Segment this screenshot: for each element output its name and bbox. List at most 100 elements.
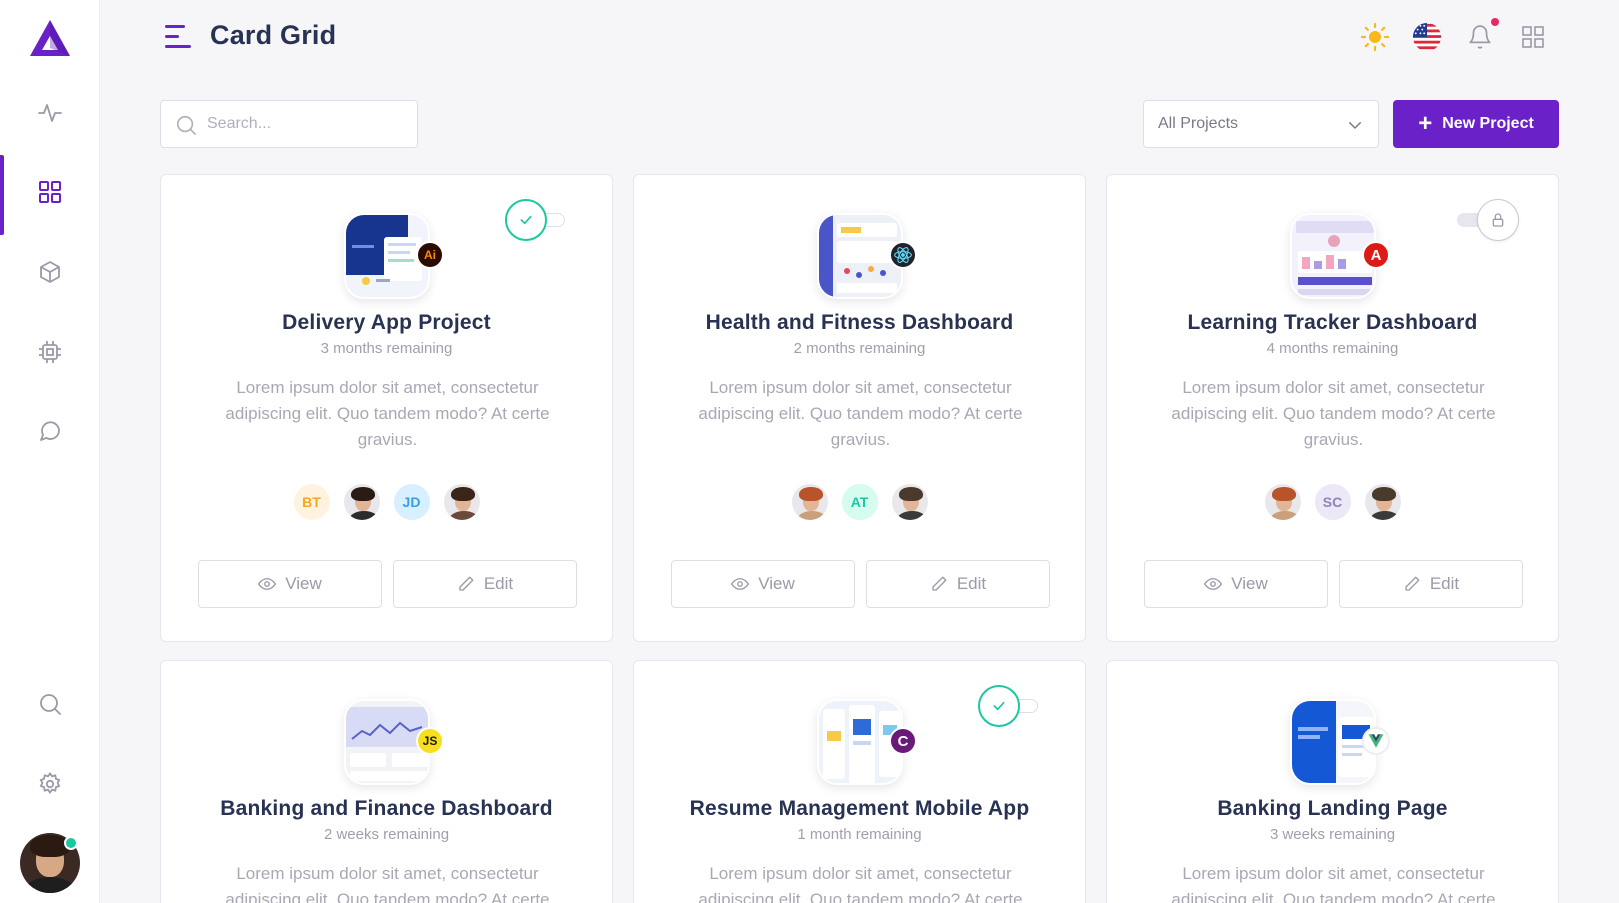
card-description: Lorem ipsum dolor sit amet, consectetur … xyxy=(225,378,550,449)
project-card: Health and Fitness Dashboard 2 months re… xyxy=(633,174,1086,642)
edit-label: Edit xyxy=(483,574,514,593)
card-title: Health and Fitness Dashboard xyxy=(705,311,1014,334)
new-project-button[interactable]: + New Project xyxy=(1393,100,1559,148)
search-icon[interactable] xyxy=(36,690,64,718)
notification-dot xyxy=(1491,18,1499,26)
angular-badge-icon: A xyxy=(1362,241,1390,269)
message-icon[interactable] xyxy=(36,417,64,445)
avatar[interactable] xyxy=(441,482,482,522)
team-avatars: SC xyxy=(1107,482,1558,522)
search-field[interactable] xyxy=(160,100,418,148)
card-title: Resume Management Mobile App xyxy=(689,797,1030,820)
sun-icon[interactable] xyxy=(1360,22,1390,52)
project-thumbnail: C xyxy=(817,699,917,787)
project-thumbnail: Ai xyxy=(344,213,444,301)
project-thumbnail xyxy=(817,213,917,301)
project-card: A Learning Tracker Dashboard 4 months re… xyxy=(1106,174,1559,642)
search-icon xyxy=(176,115,196,135)
card-description: Lorem ipsum dolor sit amet, consectetur … xyxy=(1171,864,1496,903)
page-title: Card Grid xyxy=(210,20,337,50)
edit-label: Edit xyxy=(956,574,987,593)
menu-toggle-icon[interactable] xyxy=(165,25,191,49)
us-flag-icon[interactable] xyxy=(1412,22,1442,52)
project-thumbnail: JS xyxy=(344,699,444,787)
bell-icon[interactable] xyxy=(1465,22,1495,52)
chevron-down-icon xyxy=(1349,122,1361,129)
apps-grid-icon[interactable] xyxy=(1518,22,1548,52)
card-title: Banking Landing Page xyxy=(1217,797,1448,820)
lock-icon xyxy=(1477,199,1519,241)
online-status-dot xyxy=(64,836,78,850)
eye-icon xyxy=(731,578,750,590)
card-description: Lorem ipsum dolor sit amet, consectetur … xyxy=(698,378,1023,449)
view-button[interactable]: View xyxy=(1144,560,1328,608)
card-remaining: 3 months remaining xyxy=(320,340,453,357)
avatar[interactable]: JD xyxy=(391,482,432,522)
activity-icon[interactable] xyxy=(36,99,64,127)
box-icon[interactable] xyxy=(36,258,64,286)
card-remaining: 3 weeks remaining xyxy=(1269,826,1396,843)
project-card: JS Banking and Finance Dashboard 2 weeks… xyxy=(160,660,613,903)
project-card: Banking Landing Page 3 weeks remaining L… xyxy=(1106,660,1559,903)
pencil-icon xyxy=(932,576,947,591)
team-avatars: BT JD xyxy=(161,482,612,522)
avatar[interactable]: AT xyxy=(839,482,880,522)
new-project-label: New Project xyxy=(1442,115,1534,132)
card-title: Delivery App Project xyxy=(282,311,491,334)
sidebar xyxy=(0,0,100,903)
view-button[interactable]: View xyxy=(671,560,855,608)
brand-logo-icon[interactable] xyxy=(28,18,72,58)
lock-toggle[interactable] xyxy=(1457,199,1519,241)
avatar[interactable]: BT xyxy=(291,482,332,522)
card-remaining: 2 weeks remaining xyxy=(323,826,450,843)
cpu-icon[interactable] xyxy=(36,338,64,366)
search-input[interactable] xyxy=(207,115,417,133)
settings-icon[interactable] xyxy=(36,770,64,798)
project-card: C Resume Management Mobile App 1 month r… xyxy=(633,660,1086,903)
card-remaining: 4 months remaining xyxy=(1266,340,1399,357)
card-title: Learning Tracker Dashboard xyxy=(1187,311,1478,334)
avatar[interactable]: SC xyxy=(1312,482,1353,522)
grid-icon[interactable] xyxy=(36,178,64,206)
edit-button[interactable]: Edit xyxy=(393,560,577,608)
project-filter-value: All Projects xyxy=(1158,115,1239,132)
pencil-icon xyxy=(459,576,474,591)
team-avatars: AT xyxy=(634,482,1085,522)
edit-button[interactable]: Edit xyxy=(1339,560,1523,608)
avatar[interactable] xyxy=(789,482,830,522)
card-description: Lorem ipsum dolor sit amet, consectetur … xyxy=(1171,378,1496,449)
plus-icon: + xyxy=(1418,110,1433,137)
eye-icon xyxy=(258,578,277,590)
eye-icon xyxy=(1204,578,1223,590)
avatar[interactable] xyxy=(889,482,930,522)
card-title: Banking and Finance Dashboard xyxy=(220,797,553,820)
avatar[interactable] xyxy=(1362,482,1403,522)
status-toggle[interactable] xyxy=(505,199,567,241)
card-remaining: 2 months remaining xyxy=(793,340,926,357)
card-description: Lorem ipsum dolor sit amet, consectetur … xyxy=(225,864,550,903)
javascript-badge-icon: JS xyxy=(416,727,444,755)
project-filter-select[interactable]: All Projects xyxy=(1143,100,1379,148)
check-icon xyxy=(505,199,547,241)
csharp-badge-icon: C xyxy=(889,727,917,755)
project-thumbnail xyxy=(1290,699,1390,787)
pencil-icon xyxy=(1405,576,1420,591)
vue-badge-icon xyxy=(1362,727,1390,755)
project-card: Ai Delivery App Project 3 months remaini… xyxy=(160,174,613,642)
illustrator-badge-icon: Ai xyxy=(416,241,444,269)
edit-label: Edit xyxy=(1429,574,1460,593)
edit-button[interactable]: Edit xyxy=(866,560,1050,608)
view-label: View xyxy=(1231,574,1268,593)
view-label: View xyxy=(758,574,795,593)
status-toggle[interactable] xyxy=(978,685,1040,727)
view-label: View xyxy=(285,574,322,593)
card-description: Lorem ipsum dolor sit amet, consectetur … xyxy=(698,864,1023,903)
avatar[interactable] xyxy=(341,482,382,522)
avatar[interactable] xyxy=(1262,482,1303,522)
check-icon xyxy=(978,685,1020,727)
project-thumbnail: A xyxy=(1290,213,1390,301)
sidebar-active-indicator xyxy=(0,155,4,235)
view-button[interactable]: View xyxy=(198,560,382,608)
react-badge-icon xyxy=(889,241,917,269)
card-remaining: 1 month remaining xyxy=(797,826,922,843)
